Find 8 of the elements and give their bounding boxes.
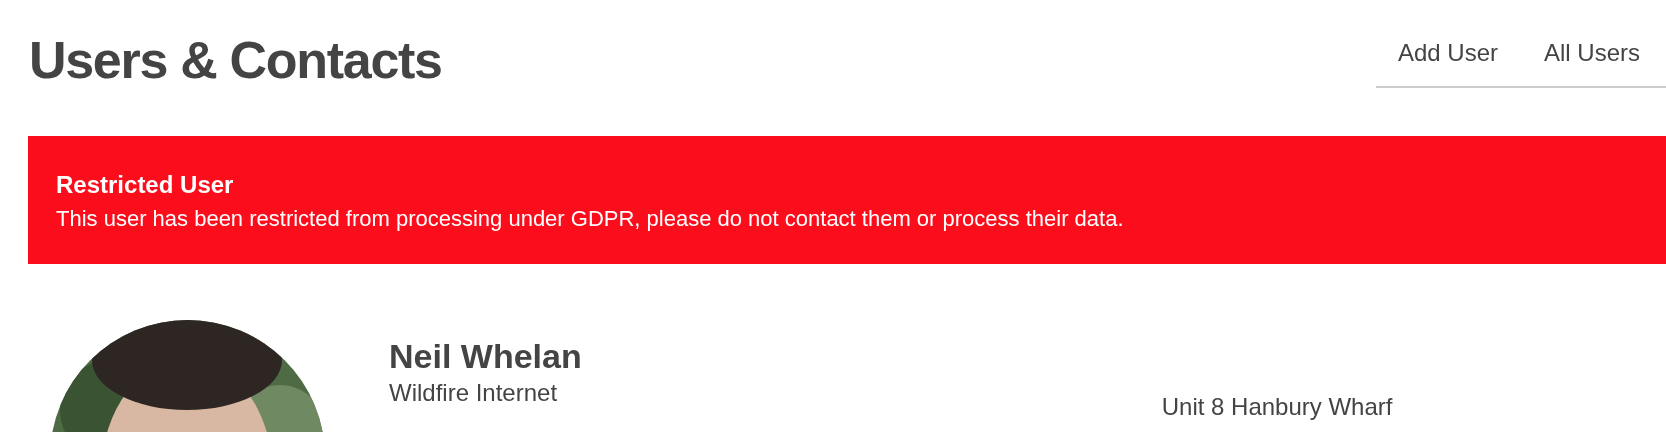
nav-link[interactable]: All Users xyxy=(1544,38,1640,68)
page-title: Users & Contacts xyxy=(29,30,442,91)
nav-link[interactable]: Add User xyxy=(1397,38,1498,68)
company-name: Wildfire Internet xyxy=(389,378,559,408)
contact-name: Neil Whelan xyxy=(389,336,582,376)
alert-message: This user has been restricted from processing under GDPR, please do not contact them or process their data. xyxy=(56,205,1125,233)
alert-title: Restricted User xyxy=(56,170,235,200)
address-line: Unit 8 Hanbury Wharf xyxy=(1161,392,1393,422)
